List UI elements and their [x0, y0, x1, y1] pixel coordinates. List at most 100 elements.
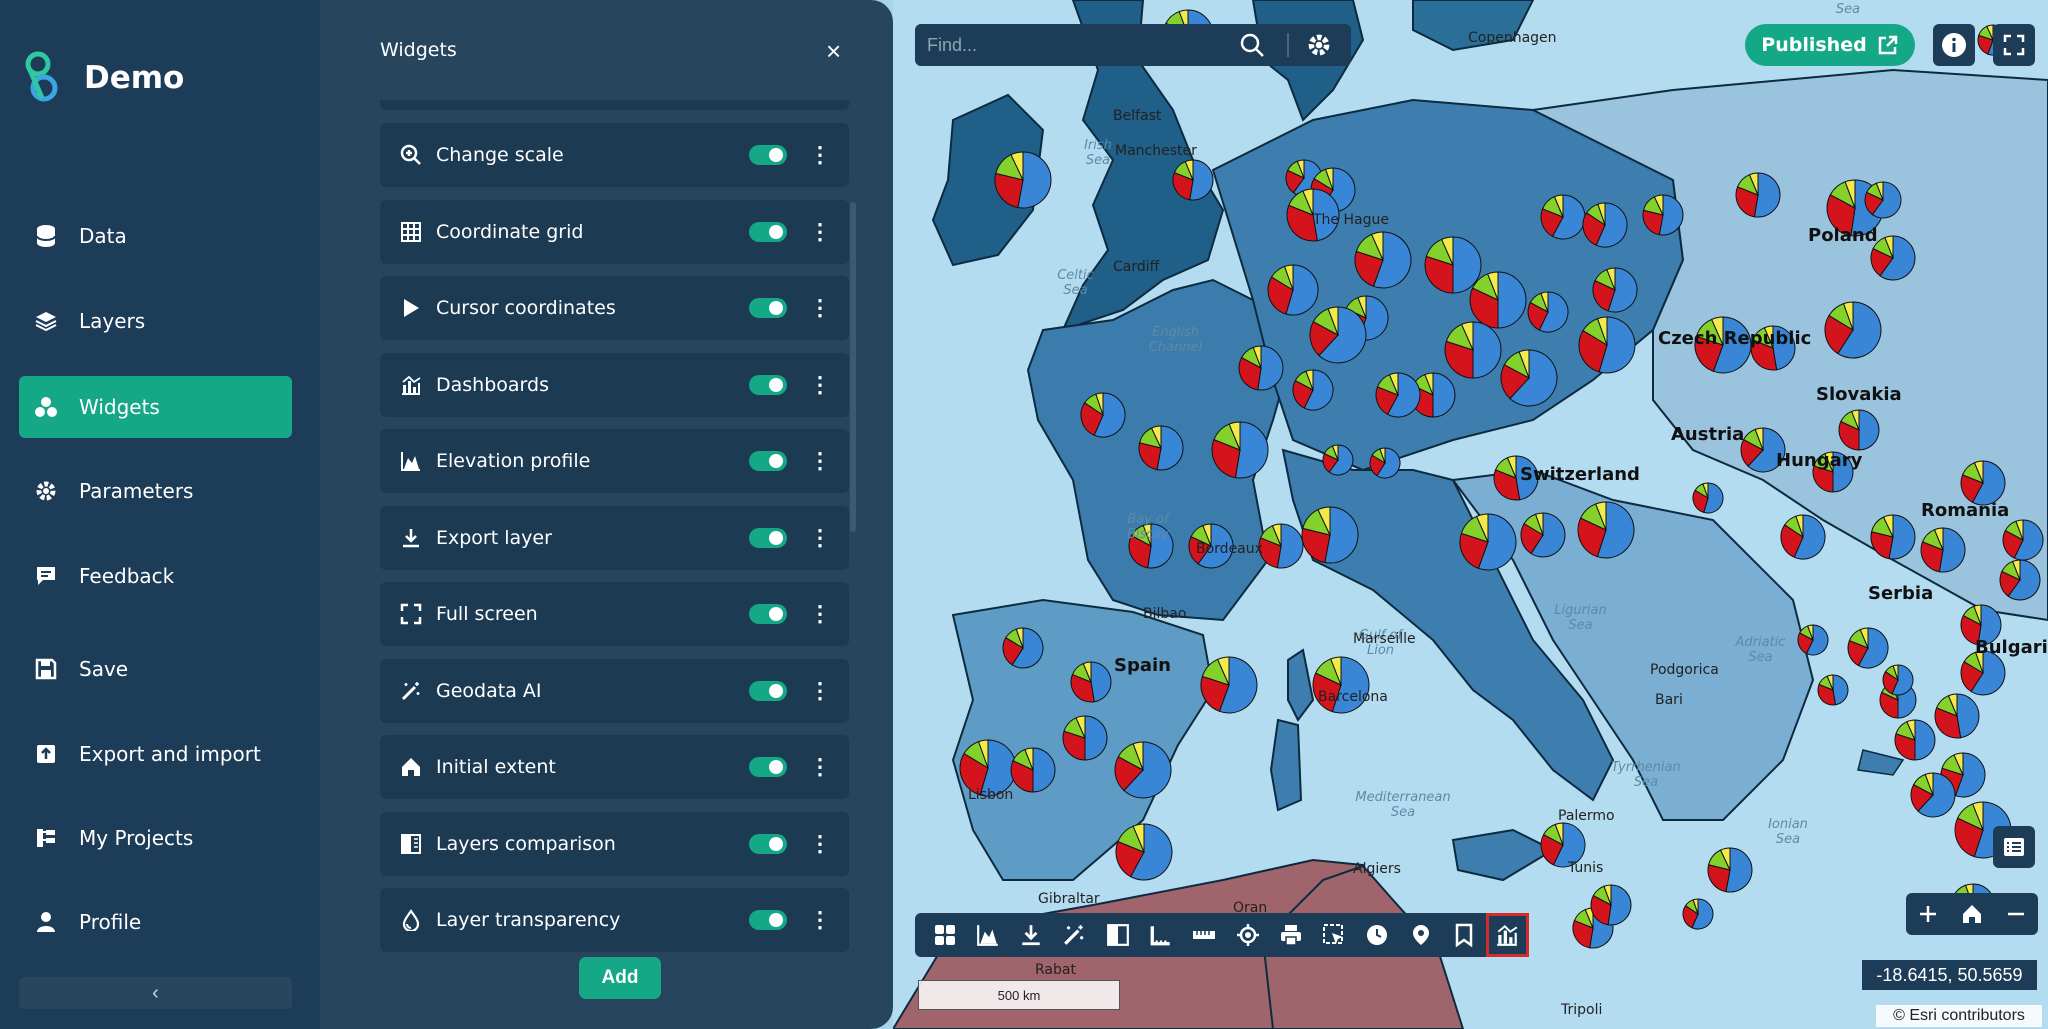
pie-chart-marker[interactable]: [1894, 719, 1936, 761]
bookmark-tool[interactable]: [1442, 913, 1485, 957]
map-canvas[interactable]: Poland Czech Republic Austria Switzerlan…: [893, 0, 2048, 1029]
pie-chart-marker[interactable]: [1469, 271, 1527, 329]
pie-chart-marker[interactable]: [1540, 194, 1586, 240]
pie-chart-marker[interactable]: [1292, 369, 1334, 411]
pie-chart-marker[interactable]: [1424, 236, 1482, 294]
more-vertical-icon[interactable]: ⋮: [809, 374, 831, 396]
sidebar-item-widgets[interactable]: Widgets: [19, 376, 292, 438]
widget-toggle[interactable]: [749, 757, 787, 777]
add-widget-button[interactable]: Add: [579, 957, 661, 999]
pie-chart-marker[interactable]: [2002, 519, 2044, 561]
widget-toggle[interactable]: [749, 451, 787, 471]
pie-chart-marker[interactable]: [1960, 460, 2006, 506]
pie-chart-marker[interactable]: [1682, 898, 1714, 930]
pie-chart-marker[interactable]: [1080, 392, 1126, 438]
close-icon[interactable]: ×: [826, 38, 841, 64]
print-tool[interactable]: [1269, 913, 1312, 957]
download-tool[interactable]: [1010, 913, 1053, 957]
zoom-out-icon[interactable]: [2005, 903, 2027, 925]
pie-chart-marker[interactable]: [1797, 624, 1829, 656]
collapse-sidebar-button[interactable]: ‹: [19, 977, 292, 1009]
widget-toggle[interactable]: [749, 145, 787, 165]
pie-chart-marker[interactable]: [1920, 527, 1966, 573]
pie-chart-marker[interactable]: [1138, 425, 1184, 471]
pie-chart-marker[interactable]: [1500, 349, 1558, 407]
widget-card-full-screen[interactable]: Full screen ⋮: [380, 582, 849, 646]
more-vertical-icon[interactable]: ⋮: [809, 527, 831, 549]
widget-toggle[interactable]: [749, 375, 787, 395]
more-vertical-icon[interactable]: ⋮: [809, 450, 831, 472]
map-attribution[interactable]: © Esri contributors: [1876, 1005, 2042, 1027]
chart-tool[interactable]: [1485, 913, 1529, 957]
more-vertical-icon[interactable]: ⋮: [809, 756, 831, 778]
widget-card-geodata-ai[interactable]: Geodata AI ⋮: [380, 659, 849, 723]
pie-chart-marker[interactable]: [1590, 884, 1632, 926]
pie-chart-marker[interactable]: [1692, 482, 1724, 514]
widget-card-change-scale[interactable]: Change scale ⋮: [380, 123, 849, 187]
pie-chart-marker[interactable]: [1301, 506, 1359, 564]
pie-chart-marker[interactable]: [1010, 747, 1056, 793]
pie-chart-marker[interactable]: [1354, 231, 1412, 289]
more-vertical-icon[interactable]: ⋮: [809, 909, 831, 931]
pie-chart-marker[interactable]: [1592, 267, 1638, 313]
more-vertical-icon[interactable]: ⋮: [809, 221, 831, 243]
fullscreen-button[interactable]: [1993, 24, 2035, 66]
pie-chart-marker[interactable]: [1780, 514, 1826, 560]
sidebar-item-export-import[interactable]: Export and import: [19, 723, 292, 785]
compare-tool[interactable]: [1096, 913, 1139, 957]
more-vertical-icon[interactable]: ⋮: [809, 603, 831, 625]
pie-chart-marker[interactable]: [1258, 523, 1304, 569]
time-tool[interactable]: [1356, 913, 1399, 957]
pin-tool[interactable]: [1399, 913, 1442, 957]
measure-tool[interactable]: [1183, 913, 1226, 957]
widget-toggle[interactable]: [749, 528, 787, 548]
pie-chart-marker[interactable]: [1211, 421, 1269, 479]
more-vertical-icon[interactable]: ⋮: [809, 144, 831, 166]
zoom-in-icon[interactable]: [1917, 903, 1939, 925]
sidebar-item-save[interactable]: Save: [19, 638, 292, 700]
more-vertical-icon[interactable]: ⋮: [809, 297, 831, 319]
info-button[interactable]: [1933, 24, 1975, 66]
home-icon[interactable]: [1961, 903, 1983, 925]
pie-chart-marker[interactable]: [1824, 301, 1882, 359]
published-button[interactable]: Published: [1745, 24, 1915, 66]
pie-chart-marker[interactable]: [1910, 772, 1956, 818]
pie-chart-marker[interactable]: [1238, 345, 1284, 391]
sidebar-item-feedback[interactable]: Feedback: [19, 545, 292, 607]
pie-chart-marker[interactable]: [994, 151, 1052, 209]
sidebar-item-parameters[interactable]: Parameters: [19, 460, 292, 522]
widget-toggle[interactable]: [749, 910, 787, 930]
widget-toggle[interactable]: [749, 298, 787, 318]
more-vertical-icon[interactable]: ⋮: [809, 833, 831, 855]
pie-chart-marker[interactable]: [1707, 847, 1753, 893]
pie-chart-marker[interactable]: [1115, 823, 1173, 881]
brand[interactable]: Demo: [18, 50, 184, 106]
widget-card-layers-comparison[interactable]: Layers comparison ⋮: [380, 812, 849, 876]
pie-chart-marker[interactable]: [1838, 409, 1880, 451]
widget-toggle[interactable]: [749, 604, 787, 624]
map-search[interactable]: Find...: [915, 24, 1351, 66]
widget-toggle[interactable]: [749, 834, 787, 854]
elevation-tool[interactable]: [966, 913, 1009, 957]
pie-chart-marker[interactable]: [1070, 661, 1112, 703]
sidebar-item-my-projects[interactable]: My Projects: [19, 807, 292, 869]
pie-chart-marker[interactable]: [1267, 264, 1319, 316]
pie-chart-marker[interactable]: [1527, 291, 1569, 333]
search-input[interactable]: Find...: [927, 35, 977, 56]
pie-chart-marker[interactable]: [1642, 194, 1684, 236]
widget-card-dashboards[interactable]: Dashboards ⋮: [380, 353, 849, 417]
search-icon[interactable]: [1239, 32, 1265, 58]
pie-chart-marker[interactable]: [1882, 664, 1914, 696]
dashboard-tool[interactable]: [923, 913, 966, 957]
widget-card-initial-extent[interactable]: Initial extent ⋮: [380, 735, 849, 799]
locate-tool[interactable]: [1226, 913, 1269, 957]
more-vertical-icon[interactable]: ⋮: [809, 680, 831, 702]
pie-chart-marker[interactable]: [1578, 316, 1636, 374]
sidebar-item-data[interactable]: Data: [19, 205, 292, 267]
pie-chart-marker[interactable]: [1369, 447, 1401, 479]
pie-chart-marker[interactable]: [1309, 306, 1367, 364]
widget-toggle[interactable]: [749, 222, 787, 242]
ruler-tool[interactable]: [1139, 913, 1182, 957]
pie-chart-marker[interactable]: [1322, 444, 1354, 476]
geodata-ai-tool[interactable]: [1053, 913, 1096, 957]
